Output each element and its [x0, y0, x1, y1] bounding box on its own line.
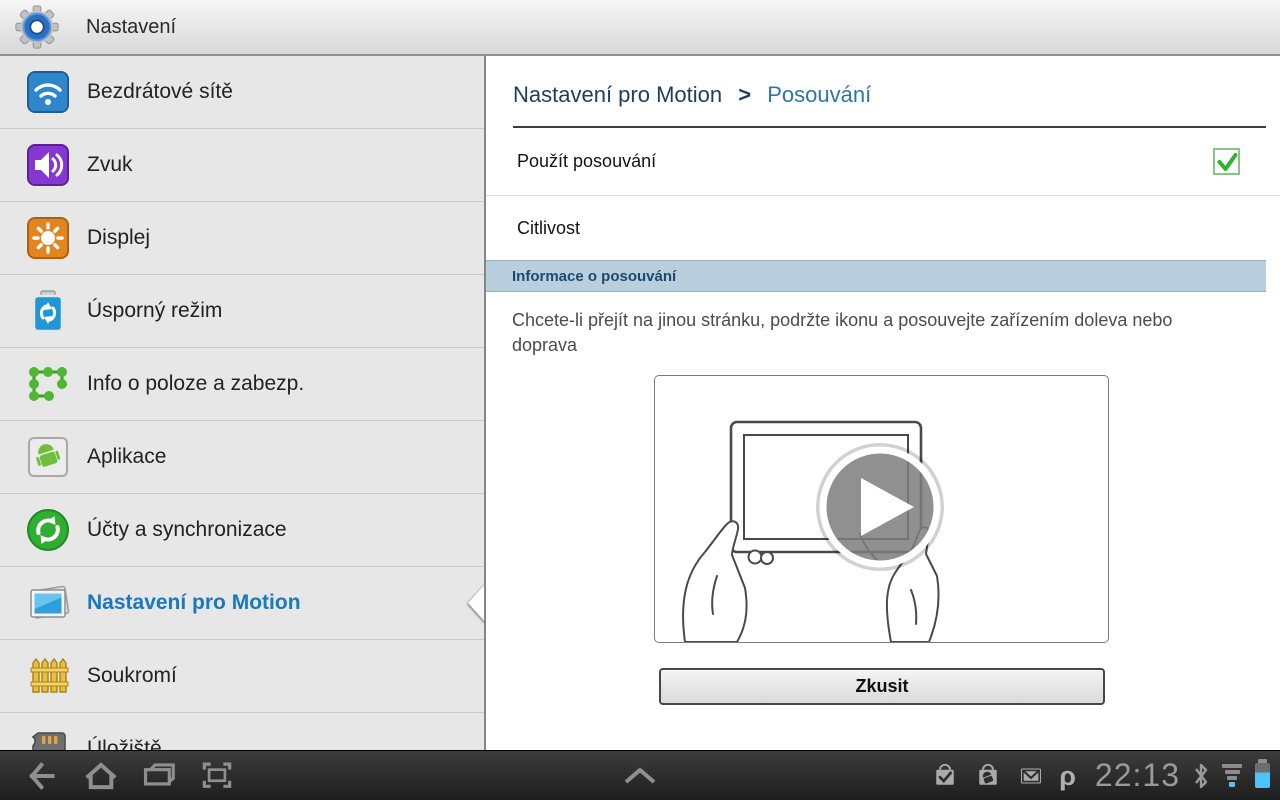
power-saving-icon: [26, 289, 70, 333]
sidebar-item-label: Účty a synchronizace: [87, 518, 287, 542]
recent-apps-button[interactable]: [130, 753, 188, 799]
recent-apps-icon: [139, 757, 179, 795]
chevron-right-icon: >: [738, 82, 751, 107]
sound-icon: [26, 143, 70, 187]
back-button[interactable]: [14, 753, 72, 799]
gmail-icon[interactable]: [1016, 761, 1046, 791]
sidebar-item-label: Úsporný režim: [87, 299, 222, 323]
wifi-signal-icon: [1222, 764, 1242, 787]
sidebar-item-label: Nastavení pro Motion: [87, 591, 301, 615]
back-icon: [23, 757, 63, 795]
clock[interactable]: 22:13: [1095, 757, 1180, 794]
section-header-bar: Informace o posouvání: [486, 260, 1266, 292]
system-bar: ρ 22:13: [0, 750, 1280, 800]
settings-gear-icon: [14, 4, 60, 50]
sidebar-item-label: Aplikace: [87, 445, 166, 469]
main-area: Bezdrátové sítě Zvuk: [0, 56, 1280, 750]
wifi-icon: [26, 70, 70, 114]
storage-sdcard-icon: [26, 727, 70, 750]
sidebar-item-label: Soukromí: [87, 664, 177, 688]
statusbar-expander[interactable]: [610, 753, 670, 799]
settings-screen: Nastavení Bezdrátové sítě: [0, 0, 1280, 800]
location-security-icon: [26, 362, 70, 406]
sidebar-item-location-security[interactable]: Info o poloze a zabezp.: [0, 348, 484, 421]
sidebar-item-label: Úložiště: [87, 737, 162, 750]
privacy-fence-icon: [26, 654, 70, 698]
section-header-label: Informace o posouvání: [512, 268, 676, 285]
home-icon: [81, 757, 121, 795]
bluetooth-icon: [1193, 762, 1209, 790]
app-title: Nastavení: [86, 16, 176, 39]
accounts-sync-icon: [26, 508, 70, 552]
market-update-icon[interactable]: [930, 761, 960, 791]
breadcrumb-parent-link[interactable]: Nastavení pro Motion: [513, 82, 722, 107]
tutorial-video-frame: [654, 375, 1109, 643]
sidebar-item-applications[interactable]: Aplikace: [0, 421, 484, 494]
home-button[interactable]: [72, 753, 130, 799]
sidebar-item-label: Displej: [87, 226, 150, 250]
motion-settings-icon: [26, 581, 70, 625]
market-bag-icon[interactable]: [973, 761, 1003, 791]
sensitivity-row[interactable]: Citlivost: [486, 196, 1280, 260]
battery-icon: [1255, 763, 1270, 788]
action-bar: Nastavení: [0, 0, 1280, 56]
status-tray[interactable]: ρ 22:13: [930, 757, 1280, 794]
settings-sidebar: Bezdrátové sítě Zvuk: [0, 56, 486, 750]
sidebar-item-label: Info o poloze a zabezp.: [87, 372, 304, 396]
chevron-up-icon: [618, 764, 662, 788]
navigation-buttons: [14, 753, 246, 799]
motion-panning-panel: Nastavení pro Motion > Posouvání Použít …: [486, 56, 1280, 750]
sidebar-item-privacy[interactable]: Soukromí: [0, 640, 484, 713]
try-button[interactable]: Zkusit: [659, 668, 1105, 705]
sidebar-item-storage[interactable]: Úložiště: [0, 713, 484, 750]
sidebar-item-motion-settings[interactable]: Nastavení pro Motion: [0, 567, 484, 640]
display-brightness-icon: [26, 216, 70, 260]
use-panning-checkbox[interactable]: [1213, 148, 1240, 175]
sidebar-item-label: Zvuk: [87, 153, 133, 177]
use-panning-row[interactable]: Použít posouvání: [486, 128, 1280, 196]
rho-icon[interactable]: ρ: [1059, 761, 1076, 791]
sidebar-item-label: Bezdrátové sítě: [87, 80, 233, 104]
sidebar-item-display[interactable]: Displej: [0, 202, 484, 275]
sidebar-item-power-saving[interactable]: Úsporný režim: [0, 275, 484, 348]
panning-description: Chcete-li přejít na jinou stránku, podrž…: [512, 308, 1202, 358]
sidebar-item-accounts-sync[interactable]: Účty a synchronizace: [0, 494, 484, 567]
use-panning-label: Použít posouvání: [517, 151, 656, 172]
play-button[interactable]: [823, 450, 937, 564]
sidebar-item-wireless[interactable]: Bezdrátové sítě: [0, 56, 484, 129]
breadcrumb-current: Posouvání: [767, 82, 871, 107]
applications-icon: [26, 435, 70, 479]
sidebar-item-sound[interactable]: Zvuk: [0, 129, 484, 202]
screenshot-button[interactable]: [188, 753, 246, 799]
screenshot-icon: [197, 757, 237, 795]
breadcrumb: Nastavení pro Motion > Posouvání: [486, 56, 1280, 126]
sensitivity-label: Citlivost: [517, 218, 580, 239]
checkmark-icon: [1216, 151, 1238, 173]
